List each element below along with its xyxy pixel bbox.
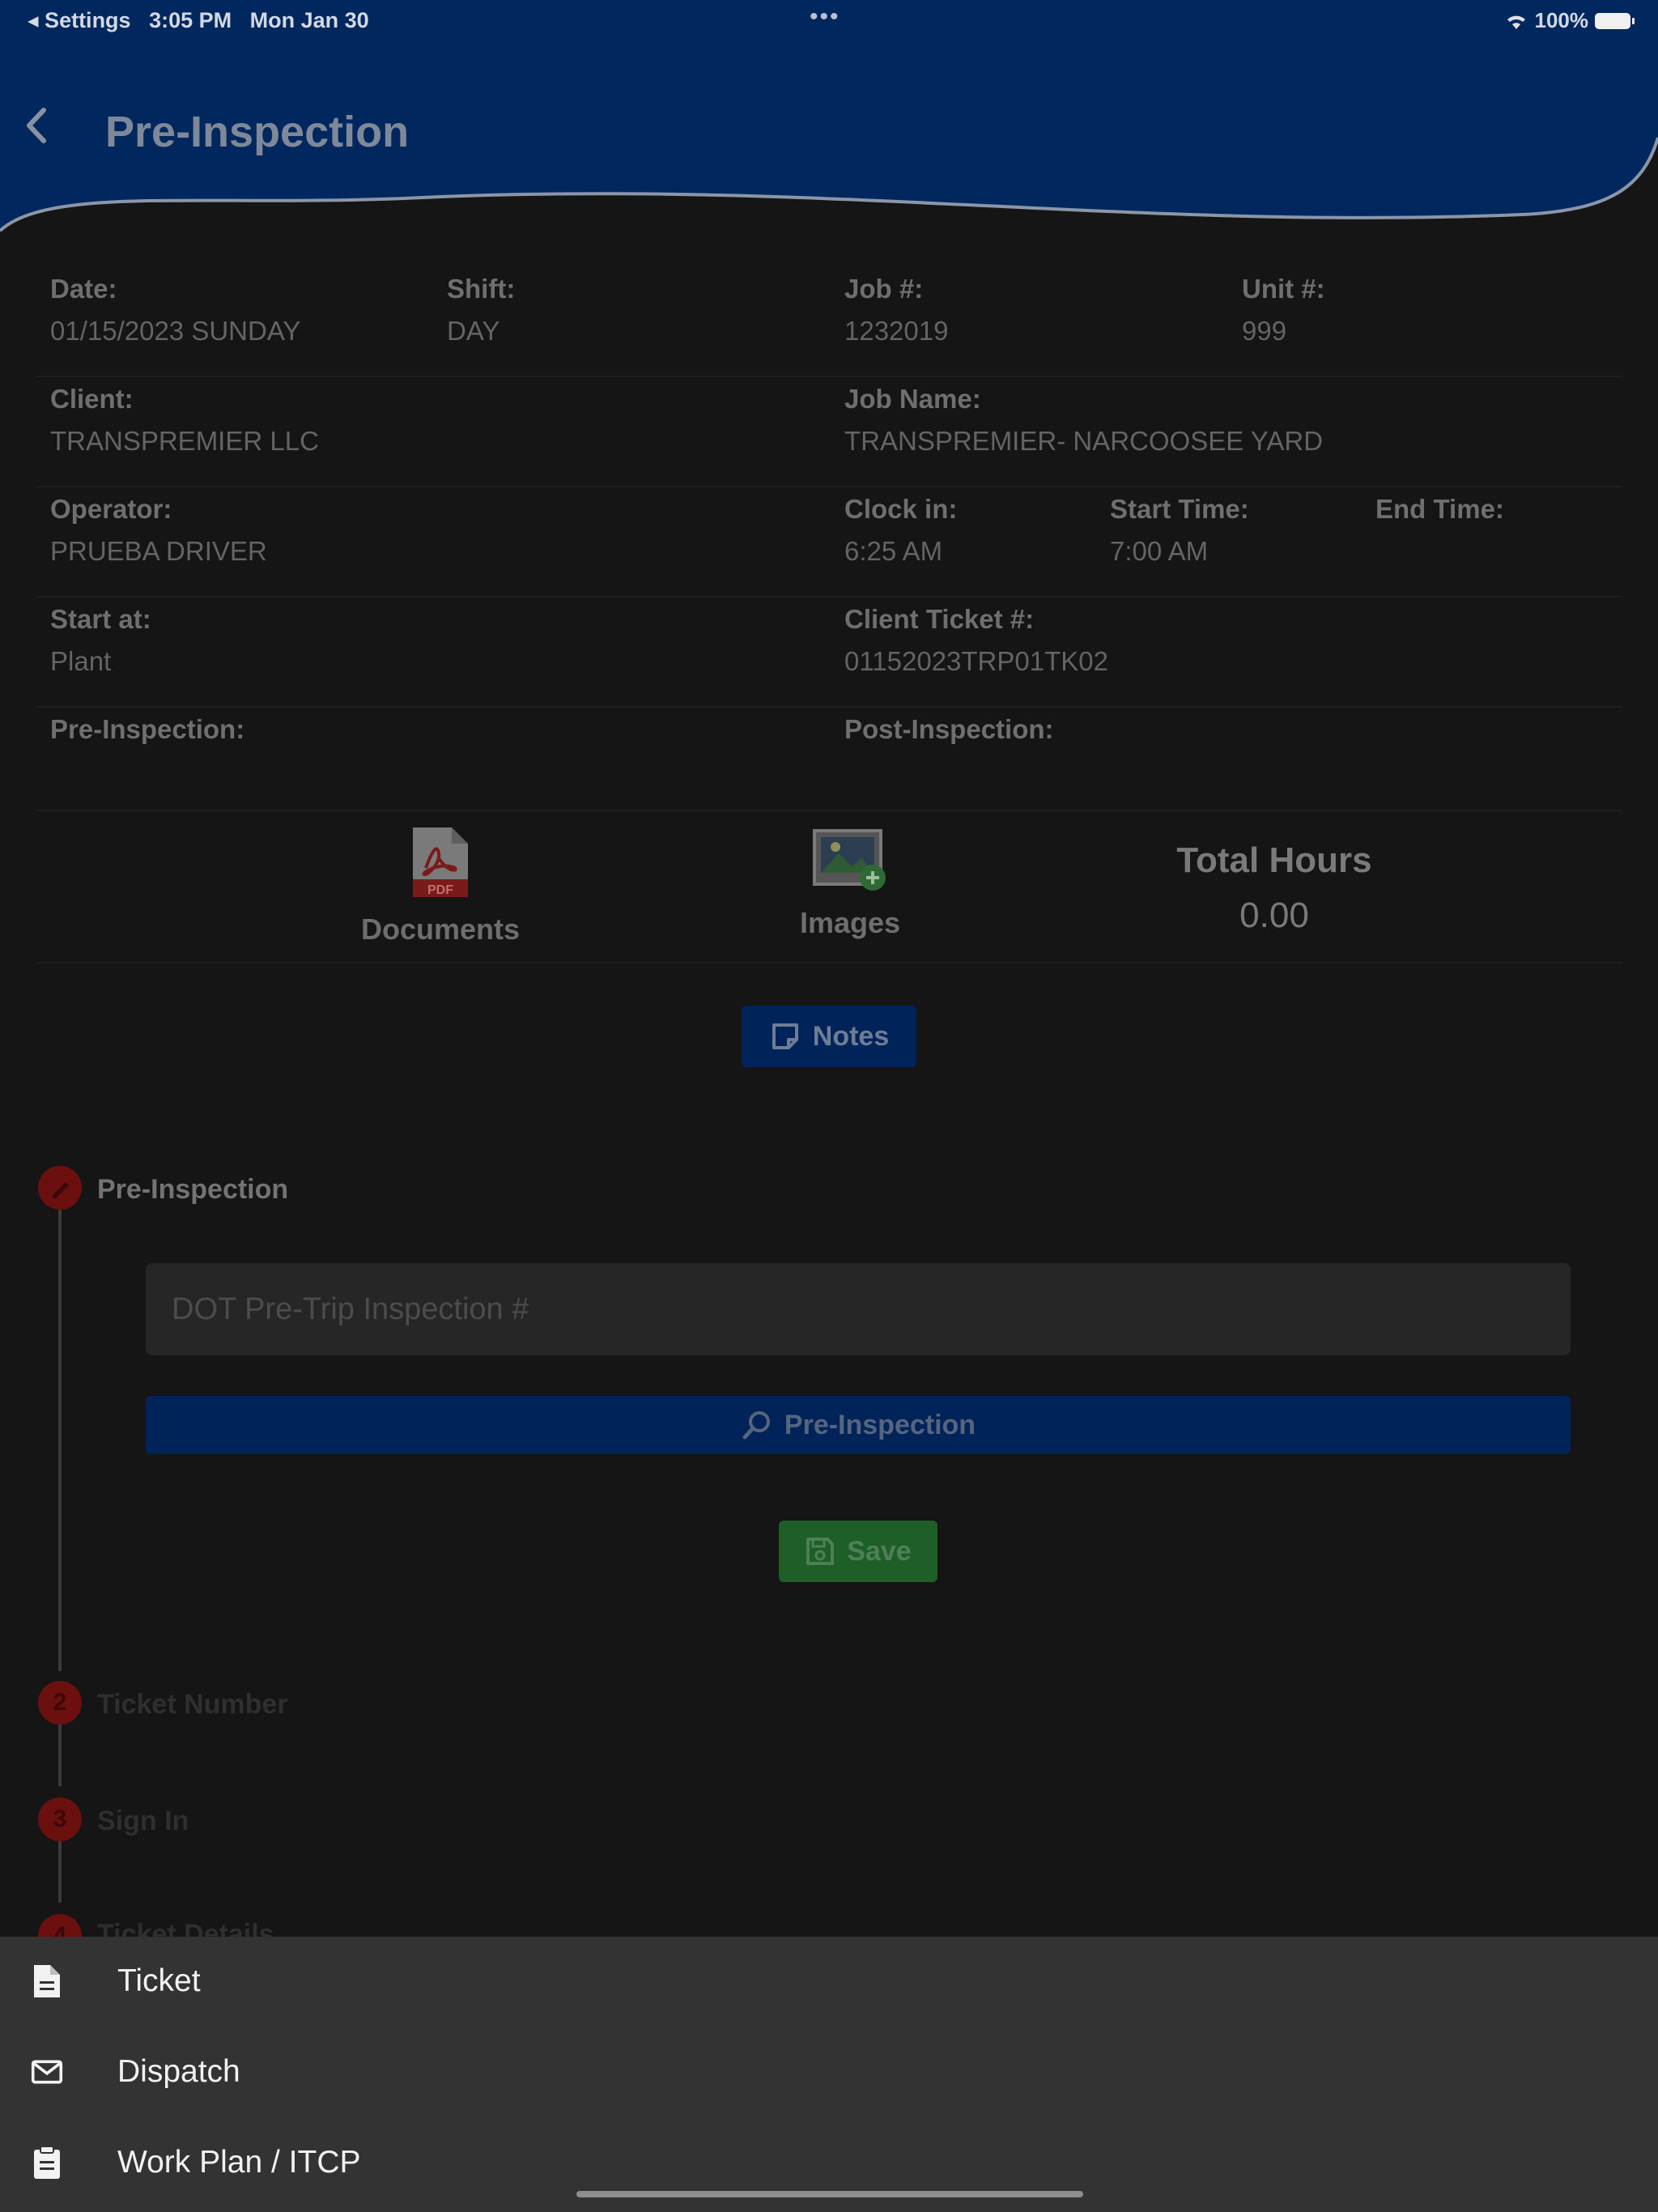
step-2-indicator[interactable]: 2 [38,1681,82,1725]
mail-icon [31,2054,63,2090]
bottom-action-sheet: Ticket Dispatch Work Plan / ITCP [0,1937,1658,2212]
clock-in-field: Clock in: 6:25 AM [844,494,957,567]
end-time-field: End Time: [1375,494,1504,536]
operator-label: Operator: [50,494,172,524]
info-row-5: Pre-Inspection: Post-Inspection: [36,708,1622,818]
status-right: 100% [1504,8,1635,33]
save-button[interactable]: Save [779,1521,937,1582]
step-connector-2 [58,1725,62,1786]
battery-percent: 100% [1534,8,1589,32]
client-field: Client: TRANSPREMIER LLC [50,384,319,457]
job-number-value: 1232019 [844,316,949,346]
pdf-badge-text: PDF [427,883,453,897]
end-time-label: End Time: [1375,494,1504,524]
sheet-item-ticket-label: Ticket [117,1963,201,1998]
client-ticket-field: Client Ticket #: 01152023TRP01TK02 [844,604,1108,677]
shift-field: Shift: DAY [447,274,515,347]
dot-pretrip-input[interactable]: DOT Pre-Trip Inspection # [146,1263,1571,1355]
unit-number-label: Unit #: [1242,274,1325,304]
pre-inspection-field: Pre-Inspection: [50,714,244,756]
save-icon [806,1538,835,1565]
save-button-label: Save [847,1535,912,1567]
step-connector-3 [58,1841,62,1903]
date-value: 01/15/2023 SUNDAY [50,316,301,346]
search-icon [742,1411,770,1440]
sheet-item-ticket[interactable]: Ticket [0,1937,1658,2026]
info-row-1: Date: 01/15/2023 SUNDAY Shift: DAY Job #… [36,267,1622,377]
post-inspection-label: Post-Inspection: [844,714,1054,744]
info-row-4: Start at: Plant Client Ticket #: 0115202… [36,598,1622,708]
step-2-label[interactable]: Ticket Number [97,1689,288,1721]
total-hours-value: 0.00 [1239,895,1309,935]
note-icon [772,1023,798,1049]
sheet-item-dispatch-label: Dispatch [117,2054,240,2089]
start-at-value: Plant [50,646,112,676]
step-connector-1 [58,1210,62,1671]
start-at-field: Start at: Plant [50,604,151,677]
total-hours-label: Total Hours [1176,840,1372,880]
operator-value: PRUEBA DRIVER [50,536,267,566]
documents-button[interactable]: PDF Documents [319,826,562,946]
unit-number-value: 999 [1242,316,1287,346]
status-bar: ◂ Settings 3:05 PM Mon Jan 30 ••• 100% [0,0,1658,40]
job-name-field: Job Name: TRANSPREMIER- NARCOOSEE YARD [844,384,1323,457]
job-number-field: Job #: 1232019 [844,274,948,347]
attachments-bar: PDF Documents Images Total Hours 0.00 [36,810,1622,963]
shift-label: Shift: [447,274,516,304]
pencil-icon [53,1182,69,1198]
client-ticket-label: Client Ticket #: [844,604,1035,634]
start-time-value: 7:00 AM [1110,536,1209,566]
document-icon [31,1963,63,1999]
wifi-icon [1507,15,1525,29]
shift-value: DAY [447,316,500,346]
back-button[interactable] [24,107,65,155]
total-hours: Total Hours 0.00 [1112,840,1436,936]
pre-inspection-button[interactable]: Pre-Inspection [146,1396,1571,1454]
pdf-file-icon: PDF [413,827,468,897]
sheet-item-work-plan-label: Work Plan / ITCP [117,2145,361,2180]
date-label: Date: [50,274,117,304]
notes-button-label: Notes [812,1020,890,1052]
images-button[interactable]: Images [729,826,971,940]
job-name-label: Job Name: [844,384,981,414]
client-label: Client: [50,384,134,414]
operator-field: Operator: PRUEBA DRIVER [50,494,267,567]
clock-in-label: Clock in: [844,494,958,524]
notes-button[interactable]: Notes [742,1006,916,1067]
home-indicator[interactable] [576,2191,1083,2197]
start-time-label: Start Time: [1110,494,1249,524]
documents-label: Documents [360,912,521,946]
sheet-item-dispatch[interactable]: Dispatch [0,2027,1658,2116]
info-row-3: Operator: PRUEBA DRIVER Clock in: 6:25 A… [36,487,1622,598]
step-1-label[interactable]: Pre-Inspection [97,1174,288,1206]
client-ticket-value: 01152023TRP01TK02 [844,646,1108,676]
post-inspection-field: Post-Inspection: [844,714,1054,756]
client-value: TRANSPREMIER LLC [50,426,319,456]
job-name-value: TRANSPREMIER- NARCOOSEE YARD [844,426,1324,456]
page-title: Pre-Inspection [105,108,410,156]
clipboard-icon [31,2145,63,2180]
job-number-label: Job #: [844,274,924,304]
pre-inspection-label: Pre-Inspection: [50,714,245,744]
start-time-field: Start Time: 7:00 AM [1110,494,1249,567]
image-add-icon [813,829,886,891]
date-field: Date: 01/15/2023 SUNDAY [50,274,300,347]
step-1-indicator[interactable] [38,1166,82,1210]
start-at-label: Start at: [50,604,151,634]
pre-inspection-button-label: Pre-Inspection [784,1409,976,1440]
battery-icon [1595,12,1635,29]
job-info-grid: Date: 01/15/2023 SUNDAY Shift: DAY Job #… [36,267,1622,818]
status-left-text[interactable]: ◂ Settings 3:05 PM Mon Jan 30 [28,8,369,33]
step-3-indicator[interactable]: 3 [38,1797,82,1841]
step-3-label[interactable]: Sign In [97,1806,189,1837]
images-label: Images [799,906,901,939]
unit-number-field: Unit #: 999 [1242,274,1325,347]
clock-in-value: 6:25 AM [844,536,943,566]
info-row-2: Client: TRANSPREMIER LLC Job Name: TRANS… [36,377,1622,487]
multitask-dots[interactable]: ••• [810,3,840,31]
chevron-left-icon [27,108,46,143]
